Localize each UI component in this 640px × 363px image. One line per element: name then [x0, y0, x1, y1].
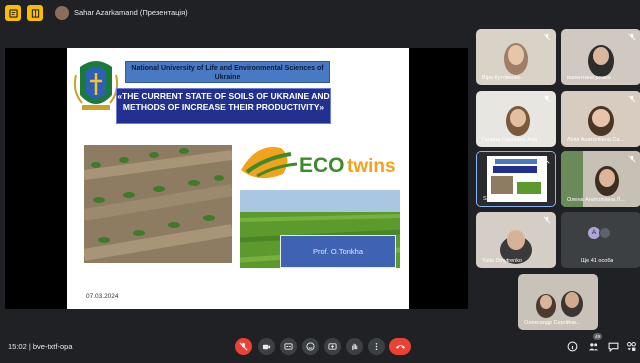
presenter-label: Sahar Azarkamand (Презентація) — [74, 8, 188, 17]
hand-icon — [352, 343, 358, 351]
slide-date: 07.03.2024 — [86, 293, 119, 300]
activities-icon[interactable] — [626, 341, 637, 352]
activity-icon[interactable] — [5, 5, 21, 21]
raise-hand-button[interactable] — [346, 338, 363, 355]
presenter-avatar — [55, 6, 69, 20]
camera-toggle-button[interactable] — [258, 338, 275, 355]
presentation-slide: National University of Life and Environm… — [67, 48, 409, 309]
svg-text:ECO: ECO — [299, 154, 345, 177]
mic-off-icon — [543, 216, 551, 224]
mic-off-icon — [543, 33, 551, 41]
mic-off-icon — [628, 95, 636, 103]
slide-title: «THE CURRENT STATE OF SOILS OF UKRAINE A… — [116, 88, 331, 124]
mic-off-icon — [628, 155, 636, 163]
participant-name: Олександр Сергійов... — [524, 320, 581, 326]
participant-name: Yulia Dmytrenko — [482, 258, 523, 264]
presentation-stage[interactable]: National University of Life and Environm… — [5, 48, 468, 309]
participant-name: Sahar Azarkamand — [483, 196, 530, 202]
more-participants-label: Ще 41 особа — [581, 258, 614, 264]
author-name: Prof. O.Tonkha — [280, 235, 396, 268]
emoji-reaction-button[interactable] — [302, 338, 319, 355]
top-bar: Sahar Azarkamand (Презентація) — [0, 0, 640, 26]
people-icon[interactable] — [588, 341, 599, 352]
mic-off-icon — [543, 95, 551, 103]
ecotwins-logo-icon: ECO twins — [241, 146, 396, 179]
more-vert-icon — [375, 342, 378, 351]
captions-icon — [284, 343, 293, 350]
participant-tile[interactable]: Віра Кутовенко — [476, 29, 556, 85]
info-icon[interactable] — [567, 341, 578, 352]
participant-name: валентина рожко — [567, 75, 611, 81]
hang-up-icon — [395, 345, 405, 349]
more-options-button[interactable] — [368, 338, 385, 355]
participant-tile-presenter[interactable]: Sahar Azarkamand — [476, 151, 556, 207]
bottom-bar: 15:02 | bve-txtf-opa 49 — [0, 330, 640, 363]
present-screen-button[interactable] — [324, 338, 341, 355]
participant-name: Олена Анатоліївна Л... — [567, 197, 625, 203]
captions-button[interactable] — [280, 338, 297, 355]
more-participants-tile[interactable]: A Ще 41 особа — [561, 212, 640, 268]
leave-call-button[interactable] — [389, 338, 411, 355]
university-crest-icon — [73, 61, 119, 110]
participant-name: Галина Сергіївна Анд... — [482, 137, 542, 143]
mic-off-icon — [239, 342, 248, 351]
chat-icon[interactable] — [608, 341, 619, 352]
participant-avatar — [599, 227, 611, 239]
mic-off-icon — [542, 156, 550, 164]
participant-name: Віра Кутовенко — [482, 75, 521, 81]
camera-icon — [262, 344, 271, 350]
svg-text:twins: twins — [347, 156, 396, 177]
emoji-icon — [306, 342, 315, 351]
participant-name: Лілія Анатоліївна Са... — [567, 137, 624, 143]
mic-off-icon — [628, 33, 636, 41]
self-view-tile[interactable]: Олександр Сергійов... — [518, 274, 598, 330]
university-name: National University of Life and Environm… — [125, 61, 330, 83]
participant-tile[interactable]: Yulia Dmytrenko — [476, 212, 556, 268]
participant-tile[interactable]: Лілія Анатоліївна Са... — [561, 91, 640, 147]
participant-tile[interactable]: Галина Сергіївна Анд... — [476, 91, 556, 147]
mic-toggle-button[interactable] — [235, 338, 252, 355]
field-photo — [84, 145, 232, 263]
participants-count-badge: 49 — [593, 333, 602, 340]
meeting-time-and-code: 15:02 | bve-txtf-opa — [8, 342, 73, 351]
participant-tile[interactable]: валентина рожко — [561, 29, 640, 85]
participant-tile[interactable]: Олена Анатоліївна Л... — [561, 151, 640, 207]
pin-icon[interactable] — [27, 5, 43, 21]
present-screen-icon — [328, 343, 337, 350]
